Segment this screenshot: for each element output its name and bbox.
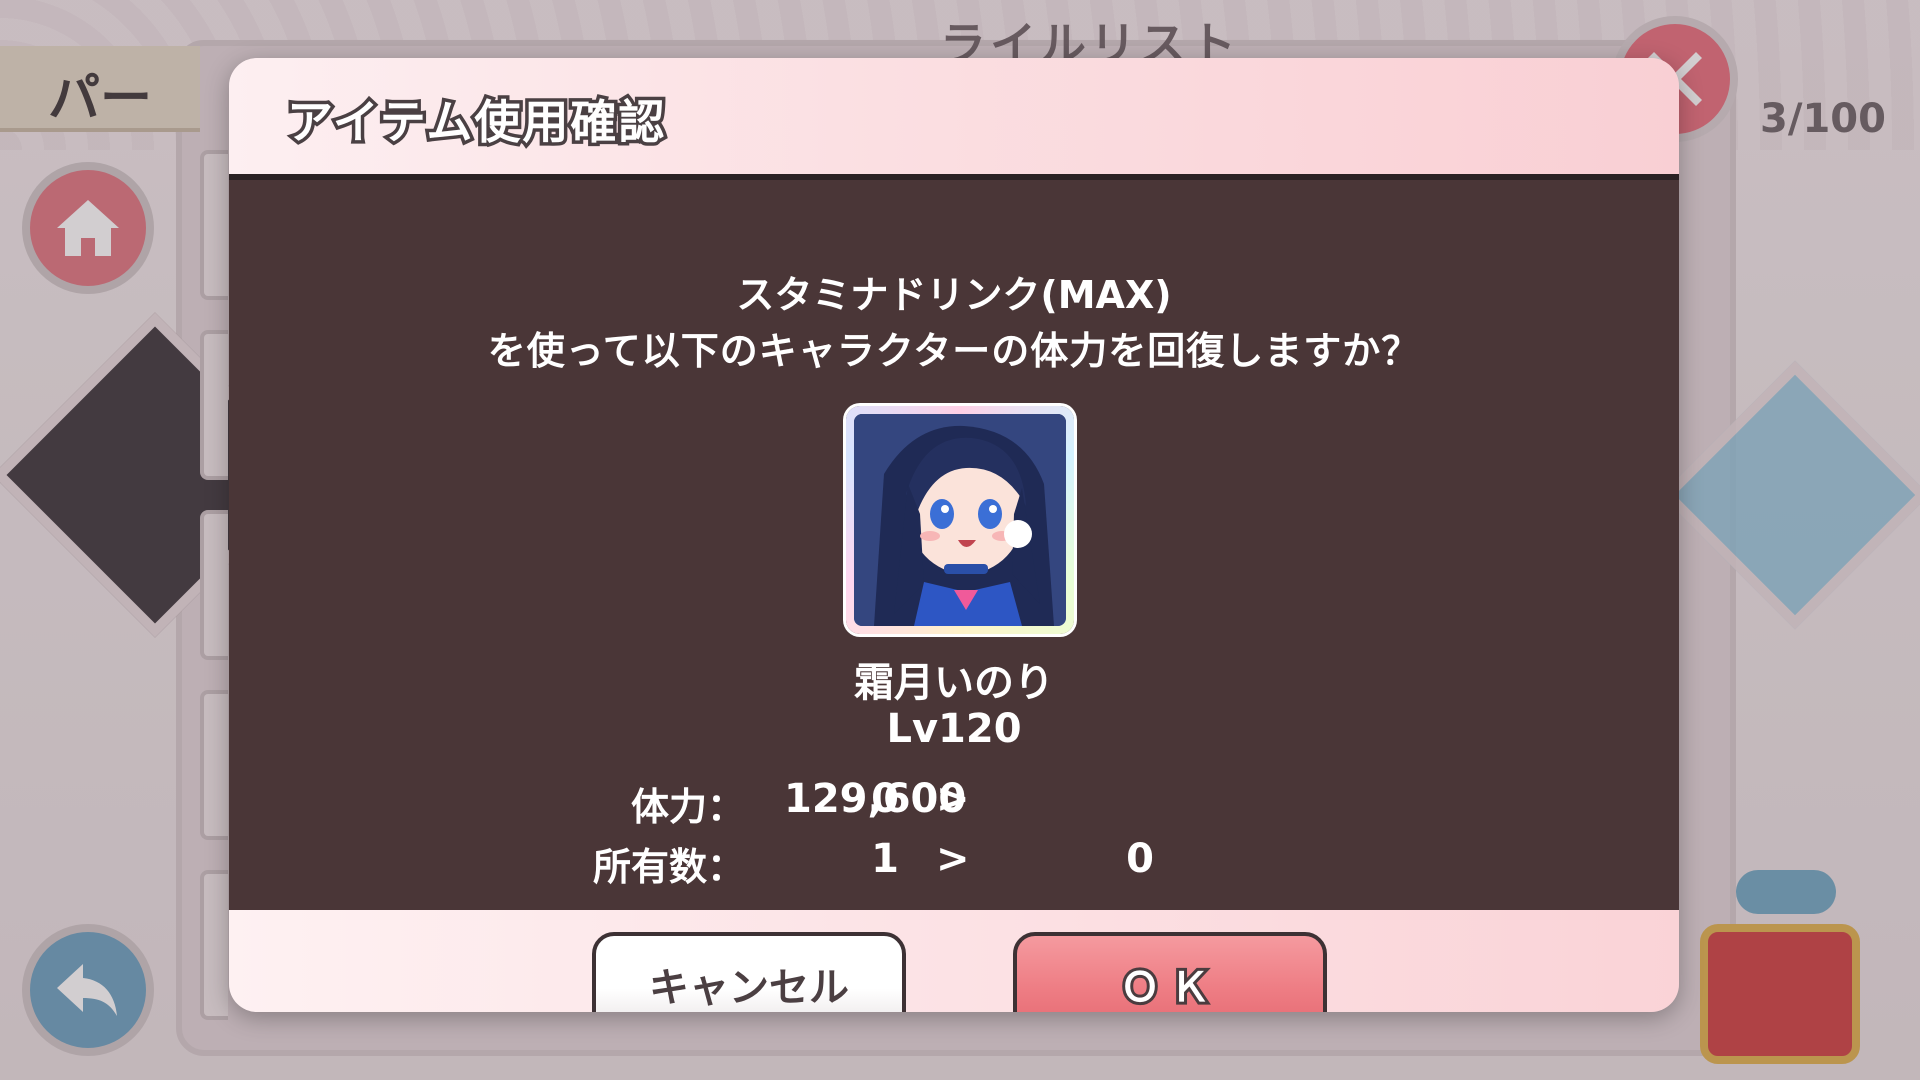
character-portrait: [854, 414, 1066, 626]
owned-count-after: 0: [1126, 836, 1154, 882]
cancel-button[interactable]: キャンセル: [592, 932, 906, 1012]
stamina-after: 129,600: [784, 776, 967, 822]
dialog-body: スタミナドリンク(MAX) を使って以下のキャラクターの体力を回復しますか？ 霜…: [229, 180, 1679, 910]
owned-count-label: 所有数：: [592, 845, 745, 889]
item-use-dialog: アイテム使用確認 スタミナドリンク(MAX) を使って以下のキャラクターの体力を…: [229, 58, 1679, 1012]
stamina-label: 体力：: [630, 785, 745, 829]
dialog-footer: キャンセル ＯＫ: [229, 910, 1679, 1012]
character-level: Lv120: [886, 706, 1022, 752]
character-name: 霜月いのり: [854, 660, 1054, 706]
ok-button[interactable]: ＯＫ: [1013, 932, 1327, 1012]
character-portrait-image: [854, 414, 1066, 626]
dialog-title: アイテム使用確認: [283, 92, 667, 153]
owned-count-arrow: >: [936, 836, 970, 882]
item-name: スタミナドリンク(MAX): [736, 273, 1172, 317]
character-portrait-frame: [846, 406, 1074, 634]
dialog-header: アイテム使用確認: [229, 58, 1679, 180]
confirm-question: を使って以下のキャラクターの体力を回復しますか？: [487, 329, 1421, 373]
owned-count-before: 1: [871, 836, 899, 882]
